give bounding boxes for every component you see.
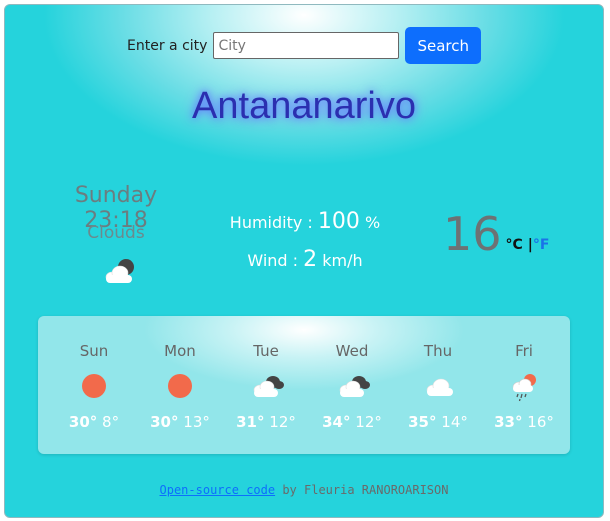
- humidity-label: Humidity :: [229, 213, 313, 232]
- humidity: Humidity : 100 %: [205, 209, 405, 234]
- forecast-high: 33°: [494, 413, 523, 431]
- forecast-temps: 30° 8°: [51, 413, 137, 431]
- forecast-panel: Sun 30° 8° Mon 30° 13° Tue 31° 12° Wed 3…: [38, 316, 570, 454]
- celsius-unit[interactable]: °C: [506, 237, 523, 253]
- current-temperature: 16: [443, 207, 502, 261]
- forecast-temps: 34° 12°: [309, 413, 395, 431]
- forecast-day-name: Sun: [79, 342, 109, 360]
- footer-author: by Fleuria RANOROARISON: [275, 483, 449, 497]
- humidity-value: 100: [317, 209, 360, 234]
- wind-value: 2: [303, 247, 318, 272]
- forecast-low: 13°: [183, 413, 210, 431]
- forecast-temps: 33° 16°: [481, 413, 567, 431]
- wind-unit: km/h: [322, 251, 363, 270]
- search-button[interactable]: Search: [405, 27, 481, 64]
- source-code-link[interactable]: Open-source code: [160, 483, 276, 497]
- wind-label: Wind :: [247, 251, 299, 270]
- forecast-day-name: Tue: [253, 342, 279, 360]
- search-bar: Enter a city Search: [5, 27, 603, 64]
- forecast-high: 30°: [150, 413, 179, 431]
- cloud-icon: [421, 371, 457, 405]
- forecast-low: 12°: [355, 413, 382, 431]
- footer: Open-source code by Fleuria RANOROARISON: [5, 483, 603, 497]
- sun-icon: [163, 371, 197, 405]
- current-condition: Clouds: [87, 223, 145, 243]
- forecast-low: 12°: [269, 413, 296, 431]
- forecast-day-name: Wed: [335, 342, 369, 360]
- forecast-low: 16°: [527, 413, 554, 431]
- forecast-temps: 31° 12°: [223, 413, 309, 431]
- temperature-block: 16 °C |°F: [443, 211, 549, 257]
- cloud-night-icon: [100, 257, 142, 291]
- forecast-day-name: Thu: [423, 342, 453, 360]
- search-label: Enter a city: [127, 37, 208, 54]
- forecast-temps: 35° 14°: [395, 413, 481, 431]
- rain-sun-icon: [507, 371, 541, 407]
- forecast-high: 31°: [236, 413, 265, 431]
- forecast-high: 35°: [408, 413, 437, 431]
- forecast-high: 30°: [68, 413, 98, 431]
- weather-card: Enter a city Search Antananarivo Sunday …: [4, 4, 604, 518]
- city-search-input[interactable]: [213, 32, 400, 59]
- fahrenheit-unit[interactable]: °F: [533, 237, 550, 253]
- sun-icon: [77, 371, 111, 405]
- broken-clouds-icon: [335, 371, 373, 405]
- wind: Wind : 2 km/h: [205, 247, 405, 272]
- unit-toggle: °C |°F: [506, 237, 550, 253]
- forecast-high: 34°: [322, 413, 351, 431]
- forecast-temps: 30° 13°: [137, 413, 223, 431]
- humidity-unit: %: [365, 213, 381, 232]
- broken-clouds-icon: [249, 371, 287, 405]
- forecast-low: 14°: [441, 413, 468, 431]
- forecast-day-name: Fri: [515, 342, 533, 360]
- forecast-low: 8°: [102, 413, 120, 431]
- forecast-day-name: Mon: [164, 342, 196, 360]
- city-title: Antananarivo: [192, 85, 416, 127]
